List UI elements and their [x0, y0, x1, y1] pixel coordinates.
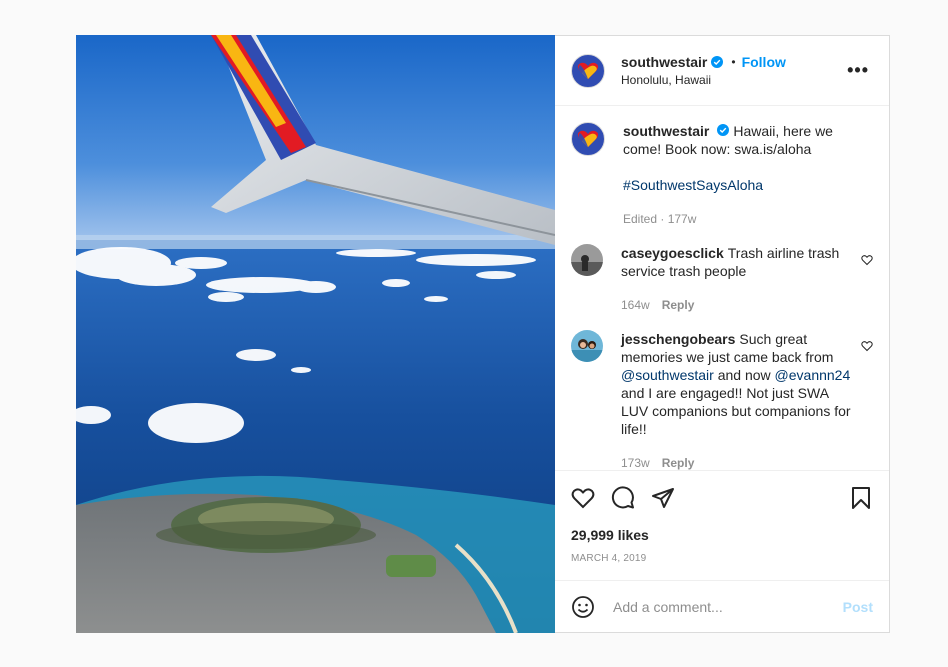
comment-input[interactable] — [611, 597, 843, 616]
post-sidebar: southwestair • Follow Honolulu, Hawaii •… — [555, 36, 889, 632]
post-header: southwestair • Follow Honolulu, Hawaii •… — [555, 36, 889, 106]
verified-badge-icon — [717, 124, 730, 136]
southwest-avatar[interactable] — [571, 53, 605, 88]
avatar-image — [571, 244, 603, 276]
comment-button[interactable] — [611, 486, 635, 510]
reply-button[interactable]: Reply — [662, 298, 695, 312]
verified-badge-icon — [711, 55, 724, 68]
caption-hashtag[interactable]: #SouthwestSaysAloha — [623, 177, 763, 193]
comment-username[interactable]: jesschengobears — [621, 331, 735, 347]
southwest-heart-logo-icon — [577, 130, 599, 147]
comment: caseygoesclick Trash airline trash servic… — [571, 244, 873, 314]
emoji-icon — [572, 595, 594, 618]
commenter-avatar[interactable] — [571, 244, 603, 276]
caption-username[interactable]: southwestair — [623, 123, 709, 139]
caption: southwestair Hawaii, here we come! Book n… — [571, 122, 873, 228]
aerial-photo-wing-over-diamond-head — [76, 35, 555, 633]
caption-avatar[interactable] — [571, 122, 605, 156]
comments-list[interactable]: southwestair Hawaii, here we come! Book n… — [555, 106, 889, 470]
share-icon — [652, 488, 674, 508]
comment: jesschengobears Such great memories we ju… — [571, 330, 873, 470]
post-photo[interactable] — [76, 35, 555, 633]
more-options-icon[interactable]: ••• — [847, 61, 869, 79]
emoji-button[interactable] — [571, 595, 595, 619]
comment-text: and now — [717, 367, 771, 383]
likes-count[interactable]: 29,999 likes — [571, 527, 873, 543]
post-card: southwestair • Follow Honolulu, Hawaii •… — [76, 35, 890, 633]
share-button[interactable] — [651, 486, 675, 510]
comment-age[interactable]: 164w — [621, 298, 650, 312]
separator-dot: • — [731, 54, 736, 69]
comment-text: and I are engaged!! Not just SWA LUV com… — [621, 385, 851, 437]
heart-icon — [571, 488, 595, 509]
comment-icon — [611, 486, 634, 509]
caption-meta: Edited · 177w — [623, 212, 697, 226]
post-date[interactable]: MARCH 4, 2019 — [571, 553, 873, 564]
mention-link[interactable]: @southwestair — [621, 367, 714, 383]
reply-button[interactable]: Reply — [662, 456, 695, 470]
like-comment-heart-icon[interactable] — [861, 254, 873, 266]
like-comment-heart-icon[interactable] — [861, 340, 873, 352]
like-button[interactable] — [571, 486, 595, 510]
southwest-heart-logo-icon — [577, 62, 599, 79]
avatar-image — [571, 330, 603, 362]
bookmark-icon — [852, 487, 870, 509]
post-comment-button[interactable]: Post — [843, 599, 873, 615]
save-button[interactable] — [849, 486, 873, 510]
mention-link[interactable]: @evannn24 — [775, 367, 851, 383]
comment-username[interactable]: caseygoesclick — [621, 245, 724, 261]
post-username[interactable]: southwestair — [621, 53, 707, 71]
comment-age[interactable]: 173w — [621, 456, 650, 470]
follow-button[interactable]: Follow — [742, 53, 786, 71]
commenter-avatar[interactable] — [571, 330, 603, 362]
add-comment-bar: Post — [555, 580, 889, 632]
post-actions: 29,999 likes MARCH 4, 2019 — [555, 470, 889, 580]
post-location[interactable]: Honolulu, Hawaii — [621, 71, 786, 89]
